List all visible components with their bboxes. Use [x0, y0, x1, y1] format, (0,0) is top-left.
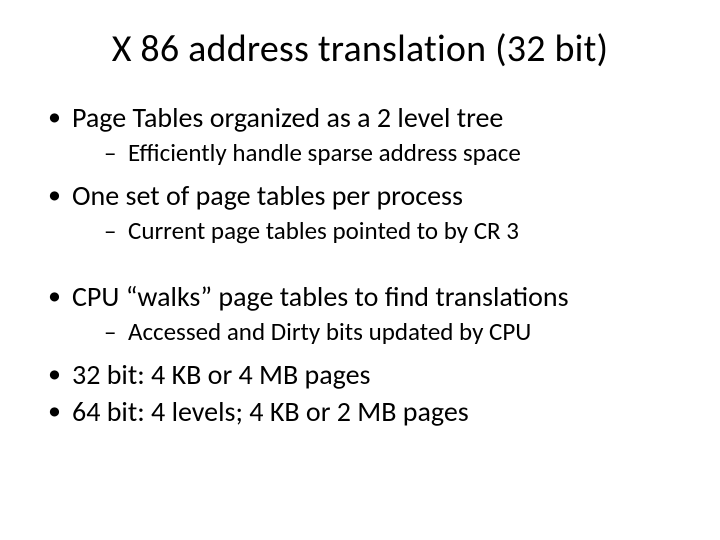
sub-bullet-text: Current page tables pointed to by CR 3 — [128, 215, 519, 246]
bullet-item: 64 bit: 4 levels; 4 KB or 2 MB pages — [46, 394, 680, 429]
bullet-text: Page Tables organized as a 2 level tree — [72, 100, 503, 135]
bullet-item: 32 bit: 4 KB or 4 MB pages — [46, 357, 680, 392]
sub-bullet-list: Accessed and Dirty bits updated by CPU — [104, 316, 680, 349]
bullet-list: CPU “walks” page tables to find translat… — [46, 279, 680, 429]
sub-bullet-item: Current page tables pointed to by CR 3 — [104, 215, 680, 248]
bullet-item: Page Tables organized as a 2 level tree … — [46, 100, 680, 170]
slide-title: X 86 address translation (32 bit) — [40, 26, 680, 72]
sub-bullet-list: Current page tables pointed to by CR 3 — [104, 215, 680, 248]
bullet-text: 32 bit: 4 KB or 4 MB pages — [72, 357, 371, 392]
sub-bullet-text: Efficiently handle sparse address space — [128, 137, 521, 168]
bullet-text: 64 bit: 4 levels; 4 KB or 2 MB pages — [72, 394, 469, 429]
slide: X 86 address translation (32 bit) Page T… — [0, 0, 720, 540]
bullet-item: CPU “walks” page tables to find translat… — [46, 279, 680, 349]
bullet-text: CPU “walks” page tables to find translat… — [72, 279, 569, 314]
bullet-list: Page Tables organized as a 2 level tree … — [46, 100, 680, 247]
bullet-text: One set of page tables per process — [72, 178, 463, 213]
spacer — [40, 255, 680, 279]
sub-bullet-text: Accessed and Dirty bits updated by CPU — [128, 316, 531, 347]
bullet-item: One set of page tables per process Curre… — [46, 178, 680, 248]
sub-bullet-list: Efficiently handle sparse address space — [104, 137, 680, 170]
sub-bullet-item: Accessed and Dirty bits updated by CPU — [104, 316, 680, 349]
sub-bullet-item: Efficiently handle sparse address space — [104, 137, 680, 170]
